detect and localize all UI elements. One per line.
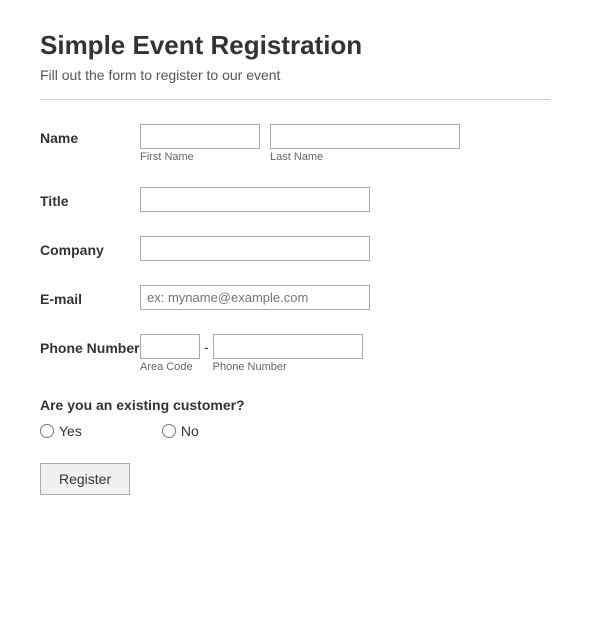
title-label: Title xyxy=(40,187,140,209)
first-name-hint: First Name xyxy=(140,151,260,163)
email-field xyxy=(140,285,370,310)
area-code-hint: Area Code xyxy=(140,361,200,373)
last-name-input[interactable] xyxy=(270,124,460,149)
title-field xyxy=(140,187,370,212)
title-input[interactable] xyxy=(140,187,370,212)
page-subtitle: Fill out the form to register to our eve… xyxy=(40,67,550,83)
no-option[interactable]: No xyxy=(162,423,199,439)
email-label: E-mail xyxy=(40,285,140,307)
yes-radio[interactable] xyxy=(40,424,54,438)
page-title: Simple Event Registration xyxy=(40,30,550,61)
phone-dash: - xyxy=(200,334,213,355)
email-input[interactable] xyxy=(140,285,370,310)
first-name-wrap: First Name xyxy=(140,124,260,163)
last-name-wrap: Last Name xyxy=(270,124,460,163)
phone-label: Phone Number xyxy=(40,334,140,356)
name-row: Name First Name Last Name xyxy=(40,124,550,163)
company-row: Company xyxy=(40,236,550,261)
no-radio[interactable] xyxy=(162,424,176,438)
area-code-wrap: Area Code xyxy=(140,334,200,373)
email-row: E-mail xyxy=(40,285,550,310)
company-field xyxy=(140,236,370,261)
phone-field: Area Code - Phone Number xyxy=(140,334,363,373)
customer-question: Are you an existing customer? xyxy=(40,397,550,413)
last-name-hint: Last Name xyxy=(270,151,460,163)
no-label: No xyxy=(181,423,199,439)
yes-option[interactable]: Yes xyxy=(40,423,82,439)
company-label: Company xyxy=(40,236,140,258)
register-button[interactable]: Register xyxy=(40,463,130,495)
company-input[interactable] xyxy=(140,236,370,261)
divider xyxy=(40,99,550,100)
first-name-input[interactable] xyxy=(140,124,260,149)
name-label: Name xyxy=(40,124,140,146)
area-code-input[interactable] xyxy=(140,334,200,359)
phone-number-wrap: Phone Number xyxy=(213,334,363,373)
phone-number-hint: Phone Number xyxy=(213,361,363,373)
radio-group: Yes No xyxy=(40,423,550,439)
name-fields: First Name Last Name xyxy=(140,124,460,163)
title-row: Title xyxy=(40,187,550,212)
customer-section: Are you an existing customer? Yes No xyxy=(40,397,550,439)
phone-row: Phone Number Area Code - Phone Number xyxy=(40,334,550,373)
phone-number-input[interactable] xyxy=(213,334,363,359)
yes-label: Yes xyxy=(59,423,82,439)
